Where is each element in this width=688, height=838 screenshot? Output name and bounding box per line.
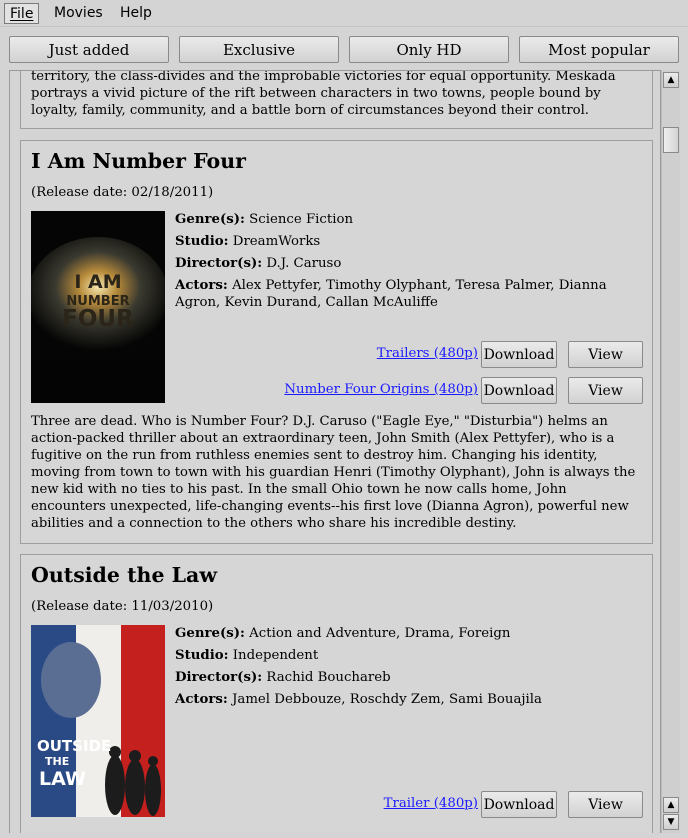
- release-date: (Release date: 11/03/2010): [31, 599, 214, 614]
- movie-list[interactable]: territory, the class-divides and the imp…: [9, 70, 661, 833]
- trailer-link[interactable]: Number Four Origins (480p): [284, 382, 478, 397]
- movie-title: I Am Number Four: [31, 149, 246, 173]
- menu-file-label: File: [10, 6, 34, 22]
- poster-text: LAW: [39, 768, 86, 790]
- menu-help-label: Help: [120, 5, 152, 21]
- arrow-up-icon[interactable]: ▲: [663, 797, 679, 813]
- release-date: (Release date: 02/18/2011): [31, 185, 214, 200]
- studio-row: Studio: DreamWorks: [175, 233, 637, 250]
- studio-label: Studio:: [175, 234, 229, 249]
- genre-label: Genre(s):: [175, 212, 245, 227]
- movie-poster: I AM NUMBER FOUR: [31, 211, 165, 403]
- movie-metadata: Genre(s): Action and Adventure, Drama, F…: [175, 625, 637, 713]
- actors-label: Actors:: [175, 692, 228, 707]
- genre-row: Genre(s): Action and Adventure, Drama, F…: [175, 625, 637, 642]
- director-label: Director(s):: [175, 670, 263, 685]
- genre-value: Science Fiction: [249, 212, 354, 227]
- menu-help[interactable]: Help: [115, 3, 157, 24]
- arrow-up-icon[interactable]: ▲: [663, 72, 679, 88]
- trailer-link[interactable]: Trailers (480p): [377, 346, 478, 361]
- movie-metadata: Genre(s): Science Fiction Studio: DreamW…: [175, 211, 637, 316]
- view-button[interactable]: View: [568, 341, 643, 368]
- poster-text: I AM: [74, 271, 121, 293]
- actors-row: Actors: Alex Pettyfer, Timothy Olyphant,…: [175, 277, 637, 311]
- movie-description: territory, the class-divides and the imp…: [31, 70, 616, 118]
- actors-value: Alex Pettyfer, Timothy Olyphant, Teresa …: [175, 278, 607, 310]
- movie-title: Outside the Law: [31, 563, 217, 587]
- poster-text: FOUR: [62, 306, 134, 332]
- arrow-down-icon[interactable]: ▼: [663, 814, 679, 830]
- movie-poster: OUTSIDE THE LAW: [31, 625, 165, 817]
- menu-movies[interactable]: Movies: [49, 3, 108, 24]
- poster-text: THE: [45, 755, 69, 768]
- actors-label: Actors:: [175, 278, 228, 293]
- download-button[interactable]: Download: [481, 791, 557, 818]
- director-value: D.J. Caruso: [266, 256, 342, 271]
- view-button[interactable]: View: [568, 791, 643, 818]
- genre-value: Action and Adventure, Drama, Foreign: [249, 626, 511, 641]
- director-value: Rachid Bouchareb: [266, 670, 391, 685]
- studio-label: Studio:: [175, 648, 229, 663]
- studio-value: DreamWorks: [232, 234, 321, 249]
- movie-description: Three are dead. Who is Number Four? D.J.…: [31, 414, 636, 531]
- menu-file[interactable]: File: [4, 3, 40, 24]
- director-row: Director(s): D.J. Caruso: [175, 255, 637, 272]
- view-button[interactable]: View: [568, 377, 643, 404]
- poster-text: OUTSIDE: [37, 737, 111, 755]
- actors-value: Jamel Debbouze, Roschdy Zem, Sami Bouaji…: [232, 692, 542, 707]
- genre-row: Genre(s): Science Fiction: [175, 211, 637, 228]
- poster-image: OUTSIDE THE LAW: [31, 625, 165, 817]
- studio-value: Independent: [232, 648, 319, 663]
- window-bottom-edge: [0, 833, 688, 838]
- genre-label: Genre(s):: [175, 626, 245, 641]
- menu-bar: File Movies Help: [0, 0, 688, 27]
- director-row: Director(s): Rachid Bouchareb: [175, 669, 637, 686]
- actors-row: Actors: Jamel Debbouze, Roschdy Zem, Sam…: [175, 691, 637, 708]
- menu-movies-label: Movies: [54, 5, 103, 21]
- only-hd-button[interactable]: Only HD: [349, 36, 509, 63]
- most-popular-button[interactable]: Most popular: [519, 36, 679, 63]
- movie-card: I Am Number Four (Release date: 02/18/20…: [20, 140, 653, 544]
- studio-row: Studio: Independent: [175, 647, 637, 664]
- poster-image: I AM NUMBER FOUR: [31, 211, 165, 403]
- director-label: Director(s):: [175, 256, 263, 271]
- just-added-button[interactable]: Just added: [9, 36, 169, 63]
- download-button[interactable]: Download: [481, 341, 557, 368]
- trailer-link[interactable]: Trailer (480p): [384, 796, 478, 811]
- download-button[interactable]: Download: [481, 377, 557, 404]
- scrollbar-thumb[interactable]: [663, 127, 679, 153]
- movie-card: territory, the class-divides and the imp…: [20, 70, 653, 129]
- vertical-scrollbar[interactable]: ▲ ▲ ▼: [661, 70, 680, 833]
- movie-card: Outside the Law (Release date: 11/03/201…: [20, 554, 653, 833]
- exclusive-button[interactable]: Exclusive: [179, 36, 339, 63]
